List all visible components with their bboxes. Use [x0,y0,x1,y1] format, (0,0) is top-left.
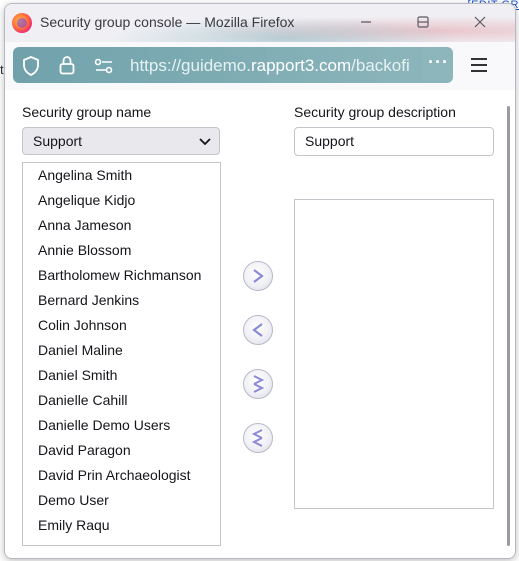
shield-icon[interactable] [22,56,40,76]
selected-group: Support [33,133,83,149]
minimize-window-button[interactable] [349,9,383,35]
list-item[interactable]: Anna Jameson [23,213,220,238]
restore-button[interactable] [406,9,440,35]
list-item[interactable]: Emily Raqu [23,513,220,538]
available-users-list[interactable]: Angelina Smith Angelique Kidjo Anna Jameso… [22,162,221,546]
menu-button[interactable] [471,58,487,72]
list-item[interactable]: Annie Blossom [23,238,220,263]
group-description-label: Security group description [294,104,456,120]
maximize-icon [417,16,429,28]
list-item[interactable]: Daniel Maline [23,338,220,363]
lock-icon[interactable] [58,55,76,75]
double-arrow-left-icon [251,429,263,447]
menu-icon-line [471,58,487,60]
group-description-input[interactable]: Support [294,127,494,156]
close-icon [474,16,486,28]
url-host: guidemo. [181,56,251,75]
menu-icon-line [471,70,487,72]
group-name-label: Security group name [22,104,152,120]
add-user-button[interactable] [243,261,273,291]
permissions-icon[interactable] [94,58,114,74]
menu-icon-line [471,64,487,66]
list-item[interactable]: David Paragon [23,438,220,463]
url-domain: rapport3.com [250,56,352,75]
firefox-logo-icon [12,13,32,33]
list-item[interactable]: Bernard Jenkins [23,288,220,313]
url-path: /backofi [351,56,410,75]
close-button[interactable] [463,9,497,35]
list-item[interactable]: Bartholomew Richmanson [23,263,220,288]
url-scheme: https:// [130,56,182,75]
remove-all-users-button[interactable] [243,423,273,453]
chevron-down-icon [199,138,211,146]
page-actions-icon[interactable]: ··· [428,52,449,73]
list-item[interactable]: Angelique Kidjo [23,188,220,213]
arrow-left-icon [252,323,263,337]
page-content: Security group name Security group descr… [5,90,515,558]
list-item[interactable]: Daniel Smith [23,363,220,388]
list-item[interactable]: Danielle Cahill [23,388,220,413]
url-text[interactable]: https://guidemo.rapport3.com/backofi [130,56,430,76]
list-item[interactable]: Demo User [23,488,220,513]
group-members-list[interactable] [294,199,494,509]
remove-user-button[interactable] [243,315,273,345]
list-item[interactable]: Colin Johnson [23,313,220,338]
add-all-users-button[interactable] [243,369,273,399]
address-bar[interactable]: https://guidemo.rapport3.com/backofi ··· [13,47,453,83]
double-arrow-right-icon [253,375,265,393]
list-item[interactable]: Danielle Demo Users [23,413,220,438]
group-name-select[interactable]: Support [22,127,220,155]
firefox-popup-window: Security group console — Mozilla Firefox [4,3,516,559]
list-item[interactable]: David Prin Archaeologist [23,463,220,488]
arrow-right-icon [253,269,264,283]
minimize-icon [361,21,371,23]
list-item[interactable]: Angelina Smith [23,163,220,188]
page-scrollbar[interactable] [507,106,510,546]
window-title: Security group console — Mozilla Firefox [40,14,295,30]
